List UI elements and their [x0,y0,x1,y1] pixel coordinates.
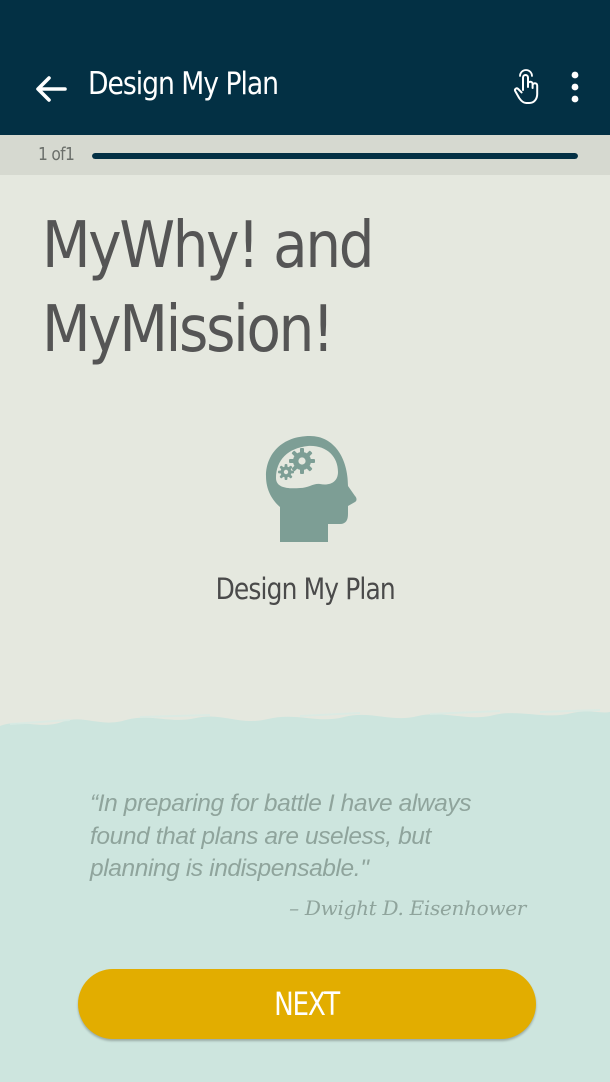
progress-label: 1 of1 [38,144,75,165]
next-button[interactable]: NEXT [78,969,536,1039]
icon-caption-text: Design My Plan [215,572,395,606]
arrow-left-icon [36,76,67,102]
icon-caption: Design My Plan [0,568,610,610]
quote-author: – Dwight D. Eisenhower [289,896,526,920]
page-title-line-2: MyMission! [42,293,335,367]
progress-bar [92,153,578,159]
touch-hand-icon [513,69,539,104]
touch-button[interactable] [506,66,548,108]
more-options-button[interactable] [560,66,590,108]
quote-text: “In preparing for battle I have always f… [90,790,472,882]
head-gears-icon [266,436,357,542]
progress-strip: 1 of1 [0,135,610,175]
progress-bar-fill [92,153,578,159]
app-title: Design My Plan [88,66,279,102]
more-vert-icon [571,71,579,103]
back-button[interactable] [28,66,74,112]
app-bar: Design My Plan [0,0,610,135]
page-title: MyWhy! and MyMission! [42,204,500,372]
page-title-line-1: MyWhy! and [42,209,374,283]
next-button-label: NEXT [274,985,341,1023]
